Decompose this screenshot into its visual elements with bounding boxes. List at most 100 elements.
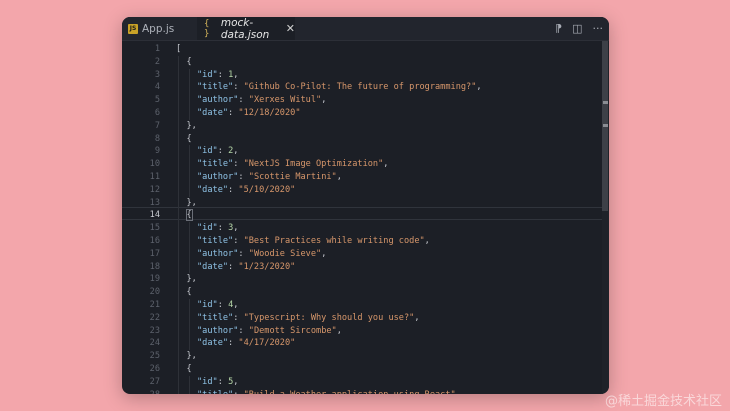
code-editor[interactable]: 1[2{3 "id": 1, 4 "title": "Github Co-Pilot:… bbox=[122, 41, 609, 394]
line-number: 14 bbox=[149, 210, 160, 221]
token-punct: { bbox=[186, 133, 192, 144]
token-key: "id" bbox=[197, 223, 218, 234]
indent-guide bbox=[188, 158, 190, 171]
code-line: 16 "title": "Best Practices while writing… bbox=[122, 235, 602, 248]
code-line: 7}, bbox=[122, 120, 602, 133]
line-number: 24 bbox=[149, 338, 160, 349]
indent-guide bbox=[188, 375, 190, 389]
code-text: "title": "NextJS Image Optimization", bbox=[197, 158, 388, 171]
token-key: "author" bbox=[197, 172, 239, 182]
json-braces-icon: { } bbox=[204, 18, 210, 39]
code-line: 11 "author": "Scottie Martini", bbox=[122, 171, 602, 184]
close-icon[interactable]: ✕ bbox=[286, 22, 295, 35]
token-punct: , bbox=[233, 300, 239, 310]
indent-guide bbox=[178, 299, 179, 312]
code-text: "date": "1/23/2020" bbox=[197, 261, 295, 274]
token-punct: , bbox=[321, 95, 327, 106]
indent-guide bbox=[178, 183, 179, 197]
token-punct: { bbox=[186, 56, 192, 67]
indent-guide bbox=[178, 145, 179, 159]
code-line: 12 "date": "5/10/2020" bbox=[122, 184, 602, 197]
token-punct: : bbox=[228, 184, 239, 195]
split-editor-icon[interactable]: ◫ bbox=[572, 22, 582, 35]
token-str: "Woodie Sieve" bbox=[248, 248, 322, 259]
code-line: 17 "author": "Woodie Sieve", bbox=[122, 248, 602, 261]
token-punct: [ bbox=[176, 44, 182, 54]
token-punct: { bbox=[186, 287, 192, 298]
token-punct: , bbox=[414, 312, 420, 323]
code-text: "id": 3, bbox=[197, 222, 238, 235]
editor-window: JS App.js { } mock-data.json ✕ ⁋ ◫ ··· 1… bbox=[122, 17, 609, 394]
indent-guide bbox=[178, 209, 179, 223]
token-punct: }, bbox=[186, 197, 197, 208]
watermark: @稀土掘金技术社区 bbox=[604, 394, 722, 409]
token-punct: }, bbox=[186, 351, 197, 362]
token-key: "title" bbox=[197, 236, 234, 246]
token-key: "title" bbox=[197, 159, 234, 170]
code-text: "author": "Xerxes Witul", bbox=[197, 94, 326, 107]
indent-guide bbox=[188, 222, 190, 235]
token-punct: : bbox=[228, 108, 239, 118]
token-key: "id" bbox=[197, 146, 218, 157]
indent-guide bbox=[178, 196, 179, 210]
preview-icon[interactable]: ⁋ bbox=[555, 22, 562, 35]
line-number: 26 bbox=[149, 364, 160, 374]
line-number: 10 bbox=[149, 159, 160, 170]
line-number: 12 bbox=[149, 184, 160, 195]
token-key: "id" bbox=[197, 376, 218, 387]
code-line: 4 "title": "Github Co-Pilot: The future o… bbox=[122, 81, 602, 94]
token-str: "5/10/2020" bbox=[238, 184, 296, 195]
indent-guide bbox=[178, 68, 179, 82]
code-text: "id": 4, bbox=[197, 299, 238, 312]
code-line: 19}, bbox=[122, 273, 602, 286]
code-line: 28 "title": "Build a Weather application … bbox=[122, 389, 602, 394]
vertical-scrollbar[interactable] bbox=[602, 41, 609, 394]
indent-guide bbox=[178, 324, 179, 338]
token-str: "Github Co-Pilot: The future of programm… bbox=[243, 82, 477, 93]
indent-guide bbox=[188, 235, 190, 248]
tab-bar: JS App.js { } mock-data.json ✕ ⁋ ◫ ··· bbox=[122, 17, 609, 41]
line-number: 5 bbox=[154, 95, 160, 106]
scroll-marker bbox=[603, 124, 608, 127]
tab-label: App.js bbox=[142, 22, 175, 35]
tab-mock-data-json[interactable]: { } mock-data.json ✕ bbox=[197, 17, 295, 41]
indent-guide bbox=[178, 81, 179, 95]
tab-app-js[interactable]: JS App.js bbox=[122, 17, 196, 40]
indent-guide bbox=[188, 337, 190, 351]
line-number: 23 bbox=[149, 325, 160, 336]
code-text: }, bbox=[187, 273, 197, 286]
line-number: 18 bbox=[149, 261, 160, 272]
token-punct: , bbox=[233, 223, 239, 234]
code-line: 2{ bbox=[122, 56, 602, 69]
token-key: "date" bbox=[197, 184, 229, 195]
code-line: 21 "id": 4, bbox=[122, 299, 602, 312]
line-number: 11 bbox=[149, 172, 160, 182]
code-line: 8{ bbox=[122, 133, 602, 146]
token-punct: , bbox=[321, 248, 327, 259]
code-text: "author": "Demott Sircombe", bbox=[197, 325, 342, 338]
code-line: 22 "title": "Typescript: Why should you u… bbox=[122, 312, 602, 325]
code-text: { bbox=[187, 363, 192, 376]
token-punct: : bbox=[217, 300, 229, 310]
code-line: 18 "date": "1/23/2020" bbox=[122, 261, 602, 274]
line-number: 20 bbox=[149, 287, 160, 298]
token-key: "date" bbox=[197, 108, 229, 118]
code-text: }, bbox=[187, 197, 197, 210]
line-number: 27 bbox=[149, 376, 160, 387]
indent-guide bbox=[188, 94, 190, 107]
code-text: "title": "Github Co-Pilot: The future of… bbox=[197, 81, 482, 94]
editor-actions: ⁋ ◫ ··· bbox=[555, 17, 603, 40]
code-line: 26 { bbox=[122, 363, 602, 376]
token-key: "author" bbox=[197, 248, 239, 259]
token-punct: , bbox=[336, 325, 342, 336]
indent-guide bbox=[178, 119, 179, 133]
token-punct: , bbox=[383, 159, 389, 170]
code-line: 9 "id": 2, bbox=[122, 145, 602, 158]
code-line: 10 "title": "NextJS Image Optimization", bbox=[122, 158, 602, 171]
indent-guide bbox=[188, 183, 190, 197]
indent-guide bbox=[178, 222, 179, 235]
code-text: { bbox=[187, 133, 192, 146]
line-number: 21 bbox=[149, 300, 160, 310]
token-punct: , bbox=[336, 172, 342, 182]
more-actions-icon[interactable]: ··· bbox=[593, 22, 604, 35]
